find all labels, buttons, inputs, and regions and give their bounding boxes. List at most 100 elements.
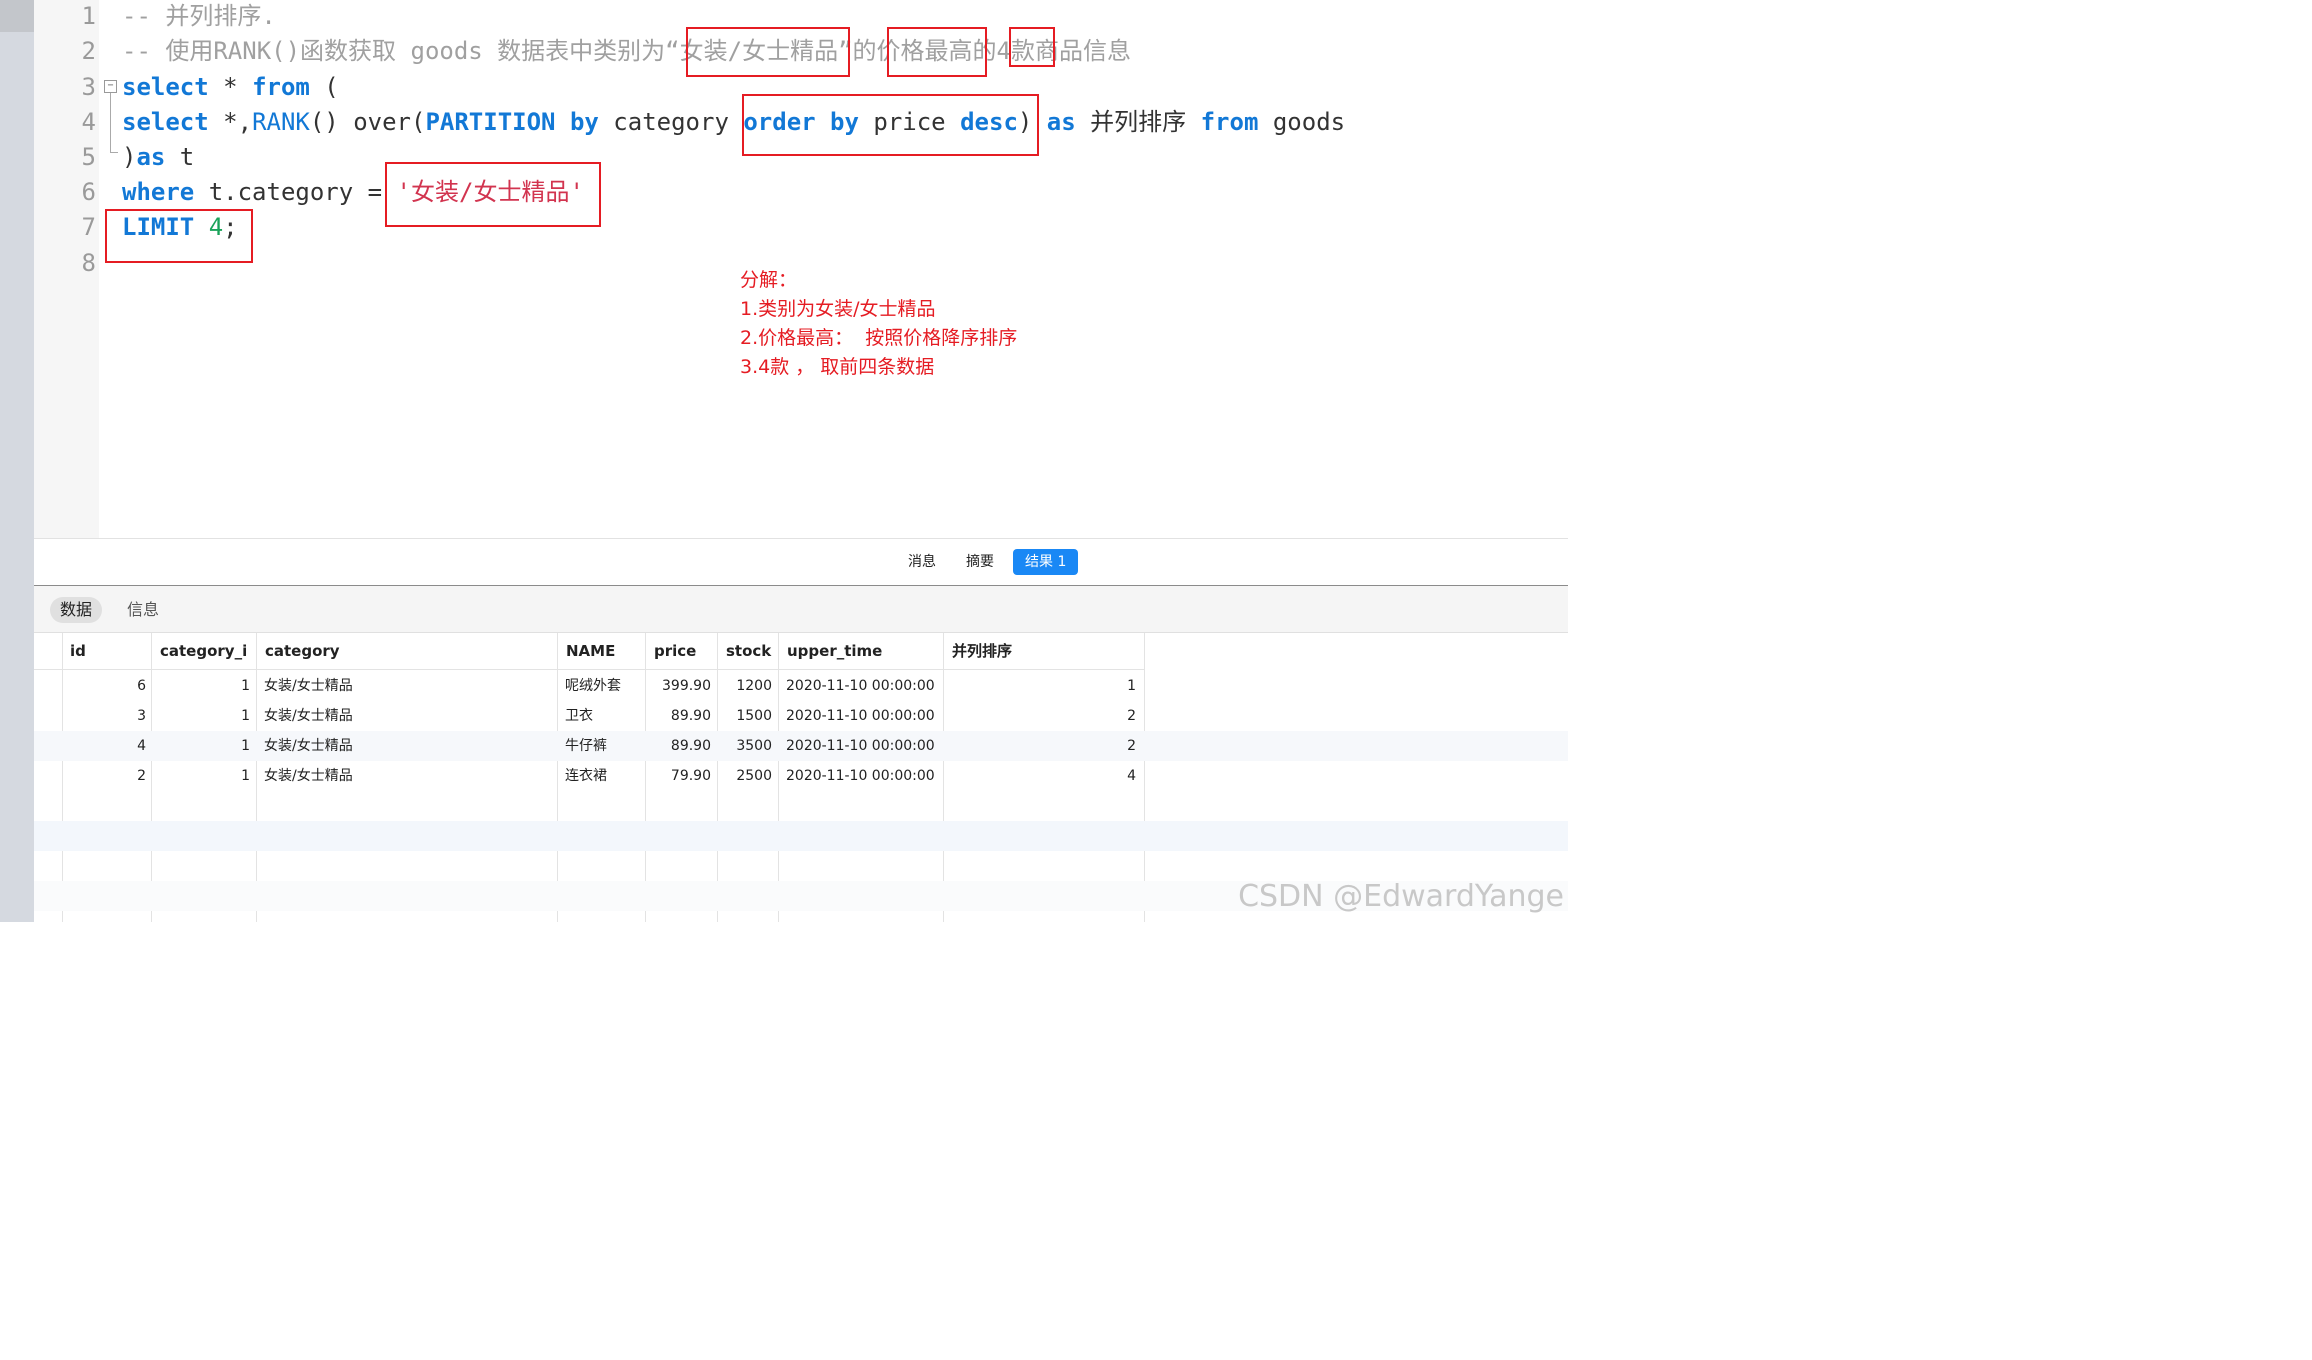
fold-guide [110, 93, 111, 153]
cell-price[interactable]: 89.90 [650, 731, 711, 761]
subtab-data[interactable]: 数据 [50, 597, 103, 623]
cell-name[interactable]: 连衣裙 [565, 761, 640, 791]
result-sub-tab-bar: 数据 信息 [34, 586, 1568, 633]
cell-rank[interactable]: 2 [948, 731, 1136, 761]
line-number: 8 [81, 249, 96, 277]
cell-rank[interactable]: 2 [948, 701, 1136, 731]
highlight-box-count [1009, 27, 1055, 67]
cell-price[interactable]: 79.90 [650, 761, 711, 791]
code-text: category [598, 108, 744, 136]
header-divider [34, 669, 1144, 670]
highlight-box-category [686, 27, 850, 77]
line-number: 3 [81, 73, 96, 101]
code-text: ) [122, 143, 137, 171]
table-row[interactable]: 6 1 女装/女士精品 呢绒外套 399.90 1200 2020-11-10 … [34, 671, 1568, 701]
tab-result-1[interactable]: 结果 1 [1013, 549, 1079, 575]
cell-id[interactable]: 2 [70, 761, 146, 791]
cell-category-id[interactable]: 1 [160, 671, 250, 701]
code-text: goods [1258, 108, 1346, 136]
column-header-upper-time[interactable]: upper_time [787, 633, 882, 669]
table-row[interactable]: 4 1 女装/女士精品 牛仔裤 89.90 3500 2020-11-10 00… [34, 731, 1568, 761]
subtab-info[interactable]: 信息 [117, 597, 169, 623]
cell-stock[interactable]: 1200 [722, 671, 772, 701]
keyword: where [122, 178, 195, 206]
keyword: from [1200, 108, 1259, 136]
cell-name[interactable]: 呢绒外套 [565, 671, 640, 701]
code-text: 并列排序 [1075, 108, 1201, 136]
cell-price[interactable]: 89.90 [650, 701, 711, 731]
cell-upper-time[interactable]: 2020-11-10 00:00:00 [786, 671, 941, 701]
cell-stock[interactable]: 1500 [722, 701, 772, 731]
line-number: 1 [81, 2, 96, 30]
cell-id[interactable]: 6 [70, 671, 146, 701]
column-header-price[interactable]: price [654, 633, 696, 669]
table-row[interactable]: 2 1 女装/女士精品 连衣裙 79.90 2500 2020-11-10 00… [34, 761, 1568, 791]
cell-stock[interactable]: 2500 [722, 761, 772, 791]
result-tab-bar: 消息 摘要 结果 1 [34, 538, 1568, 587]
tab-message[interactable]: 消息 [896, 549, 948, 575]
function-name: RANK [252, 108, 310, 136]
code-text: t.category = [194, 178, 397, 206]
cell-category[interactable]: 女装/女士精品 [264, 761, 549, 791]
code-text: t [165, 143, 195, 171]
cell-category-id[interactable]: 1 [160, 761, 250, 791]
code-line-1: -- 并列排序. [122, 2, 276, 30]
highlight-box-order-by [742, 94, 1039, 156]
fold-toggle-icon[interactable]: − [104, 80, 117, 93]
cell-upper-time[interactable]: 2020-11-10 00:00:00 [786, 761, 941, 791]
cell-upper-time[interactable]: 2020-11-10 00:00:00 [786, 701, 941, 731]
keyword: from [252, 73, 310, 101]
cell-category[interactable]: 女装/女士精品 [264, 701, 549, 731]
keyword: select [122, 108, 209, 136]
code-line-3: select * from ( [122, 72, 339, 102]
line-number: 7 [81, 213, 96, 241]
cell-price[interactable]: 399.90 [650, 671, 711, 701]
cell-id[interactable]: 4 [70, 731, 146, 761]
empty-row [34, 821, 1568, 851]
tab-summary[interactable]: 摘要 [954, 549, 1006, 575]
left-sidebar-strip [0, 0, 34, 922]
cell-stock[interactable]: 3500 [722, 731, 772, 761]
table-row[interactable]: 3 1 女装/女士精品 卫衣 89.90 1500 2020-11-10 00:… [34, 701, 1568, 731]
column-header-name[interactable]: NAME [566, 633, 615, 669]
annotation-note: 分解： 1.类别为女装/女士精品 2.价格最高： 按照价格降序排序 3.4款 ，… [740, 266, 1017, 382]
cell-upper-time[interactable]: 2020-11-10 00:00:00 [786, 731, 941, 761]
code-text: * [208, 73, 253, 101]
cell-category-id[interactable]: 1 [160, 701, 250, 731]
annotation-item: 2.价格最高： 按照价格降序排序 [740, 327, 1018, 349]
annotation-item: 1.类别为女装/女士精品 [740, 298, 936, 320]
cell-category[interactable]: 女装/女士精品 [264, 731, 549, 761]
keyword: as [136, 143, 166, 171]
cell-name[interactable]: 卫衣 [565, 701, 640, 731]
fold-guide-end [110, 152, 118, 153]
cell-rank[interactable]: 1 [948, 671, 1136, 701]
cell-category[interactable]: 女装/女士精品 [264, 671, 549, 701]
column-header-id[interactable]: id [70, 633, 86, 669]
column-header-category-id[interactable]: category_i [160, 633, 247, 669]
highlight-box-where [385, 162, 601, 227]
line-number: 2 [81, 37, 96, 65]
sidebar-marker [0, 0, 34, 32]
cell-name[interactable]: 牛仔裤 [565, 731, 640, 761]
highlight-box-price [887, 27, 987, 77]
code-text: *, [208, 108, 253, 136]
cell-category-id[interactable]: 1 [160, 731, 250, 761]
column-header-rank[interactable]: 并列排序 [952, 633, 1012, 669]
column-header-stock[interactable]: stock [726, 633, 771, 669]
code-line-4: select *,RANK() over(PARTITION by catego… [122, 107, 1345, 137]
cell-id[interactable]: 3 [70, 701, 146, 731]
cell-rank[interactable]: 4 [948, 761, 1136, 791]
code-line-5: )as t [122, 142, 194, 172]
line-number: 6 [81, 178, 96, 206]
highlight-box-limit [105, 209, 253, 263]
annotation-item: 3.4款 ， 取前四条数据 [740, 356, 935, 378]
line-number: 4 [81, 108, 96, 136]
watermark: CSDN @EdwardYange [1238, 879, 1564, 914]
code-text: ( [309, 73, 339, 101]
column-header-category[interactable]: category [265, 633, 340, 669]
keyword: PARTITION by [425, 108, 599, 136]
keyword: as [1046, 108, 1076, 136]
line-number: 5 [81, 143, 96, 171]
keyword: select [122, 73, 209, 101]
annotation-title: 分解： [740, 269, 798, 291]
